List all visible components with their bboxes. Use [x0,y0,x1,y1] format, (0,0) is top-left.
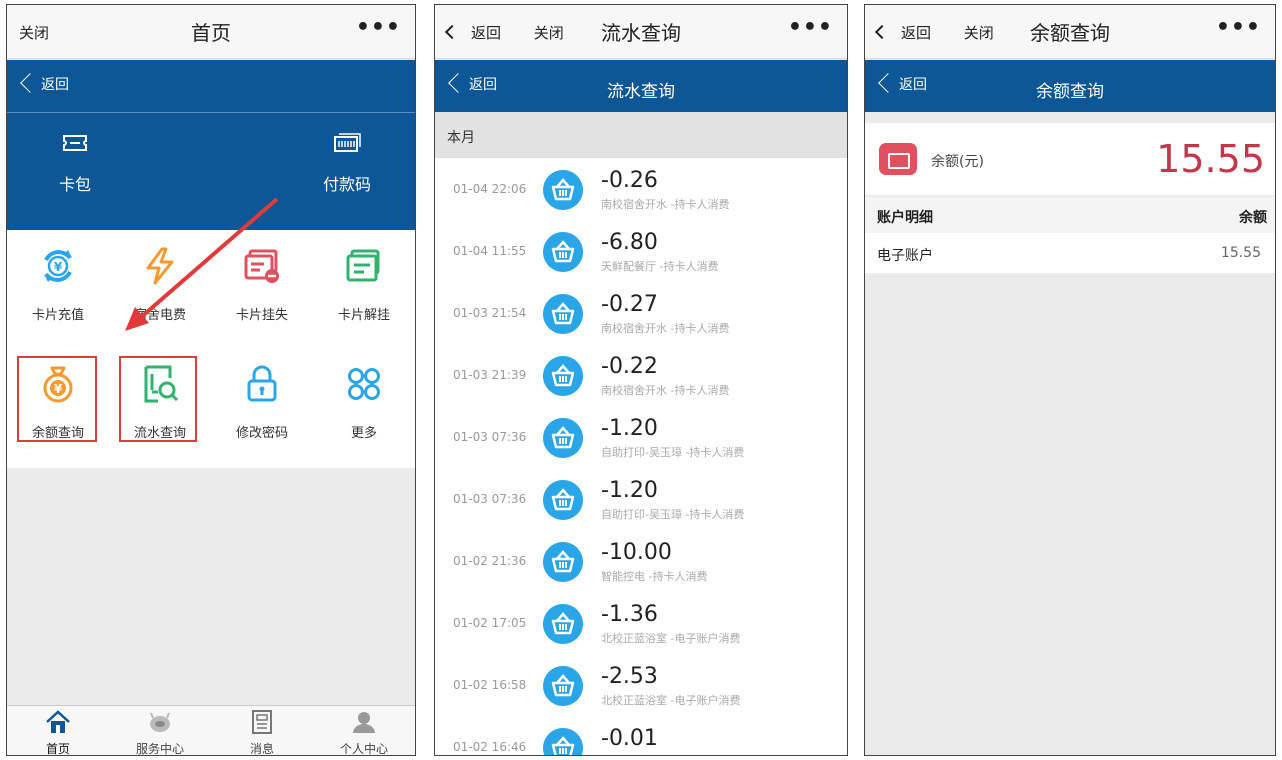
transaction-row[interactable]: 01-03 07:36 -1.20 自助打印-吴玉璋 -持卡人消费 [435,406,847,468]
transaction-row[interactable]: 01-02 16:58 -2.53 北校正蓝浴室 -电子账户消费 [435,654,847,716]
home-screen: 关闭 首页 ••• 返回 卡包 付款码 ¥ 卡片充值 宿舍电费 卡片挂失 卡片解… [6,4,416,756]
more-menu-button[interactable]: ••• [1216,15,1261,40]
basket-icon [543,666,583,706]
basket-icon [543,418,583,458]
transaction-row[interactable]: 01-03 21:39 -0.22 南校宿舍开水 -持卡人消费 [435,344,847,406]
tab-service-center-label: 服务中心 [135,742,184,756]
month-label: 本月 [447,130,475,146]
transaction-row[interactable]: 01-02 16:46 -0.01 [435,716,847,755]
basket-icon [543,542,583,582]
transaction-list: 01-04 22:06 -0.26 南校宿舍开水 -持卡人消费 01-04 11:55… [435,158,847,755]
transaction-amount: -0.27 [601,292,658,317]
transaction-time: 01-02 16:58 [453,678,527,692]
service-icon [150,712,170,732]
month-section-header: 本月 [435,112,847,158]
page-title: 余额查询 [1030,21,1110,45]
transaction-time: 01-02 16:46 [453,740,527,754]
transaction-time: 01-03 21:39 [453,368,527,382]
tab-home-label: 首页 [45,742,70,756]
transaction-row[interactable]: 01-02 21:36 -10.00 智能控电 -持卡人消费 [435,530,847,592]
transaction-time: 01-03 21:54 [453,306,527,320]
basket-icon [543,728,583,755]
tab-messages-label: 消息 [249,742,274,756]
basket-icon [543,604,583,644]
transaction-time: 01-03 07:36 [453,430,527,444]
tab-personal-center-label: 个人中心 [339,742,388,756]
account-row[interactable]: 电子账户 15.55 [865,233,1275,273]
transaction-amount: -2.53 [601,664,658,689]
more-menu-button[interactable]: ••• [788,15,833,40]
transaction-time: 01-04 22:06 [453,182,527,196]
transaction-amount: -0.26 [601,168,658,193]
transaction-description: 北校正蓝浴室 -电子账户消费 [601,632,741,645]
news-icon [252,710,272,734]
transaction-row[interactable]: 01-03 21:54 -0.27 南校宿舍开水 -持卡人消费 [435,282,847,344]
basket-icon [543,232,583,272]
transaction-row[interactable]: 01-03 07:36 -1.20 自助打印-吴玉璋 -持卡人消费 [435,468,847,530]
balance-screen: 返回 关闭 余额查询 ••• 返回 余额查询 余额(元) 15.55 账户明细 … [864,4,1276,756]
transaction-description: 南校宿舍开水 -持卡人消费 [601,384,730,397]
account-balance: 15.55 [1220,245,1261,261]
wallet-icon [879,143,917,175]
transaction-amount: -0.01 [601,726,658,751]
transaction-amount: -6.80 [601,230,658,255]
tab-messages[interactable]: 消息 [211,710,313,756]
detail-header: 账户明细 余额 [865,197,1275,233]
transaction-description: 天鲜配餐厅 -持卡人消费 [601,260,719,273]
transaction-description: 智能控电 -持卡人消费 [601,570,708,583]
transaction-description: 自助打印-吴玉璋 -持卡人消费 [601,446,745,459]
user-icon [353,712,375,733]
basket-icon [543,170,583,210]
top-bar: 返回 关闭 流水查询 ••• [435,5,847,59]
tab-service-center[interactable]: 服务中心 [109,710,211,756]
transaction-row[interactable]: 01-02 17:05 -1.36 北校正蓝浴室 -电子账户消费 [435,592,847,654]
tab-personal-center[interactable]: 个人中心 [313,710,415,756]
page-title: 流水查询 [601,21,681,45]
bottom-tab-bar: 首页 服务中心 消息 个人中心 [7,705,415,755]
transaction-description: 南校宿舍开水 -持卡人消费 [601,322,730,335]
nav-title: 流水查询 [607,82,675,102]
basket-icon [543,480,583,520]
transaction-row[interactable]: 01-04 22:06 -0.26 南校宿舍开水 -持卡人消费 [435,158,847,220]
transaction-time: 01-02 17:05 [453,616,527,630]
detail-header-left: 账户明细 [877,210,933,226]
transaction-description: 自助打印-吴玉璋 -持卡人消费 [601,508,745,521]
tab-home[interactable]: 首页 [7,710,109,756]
balance-card: 余额(元) 15.55 [865,123,1275,195]
transaction-row[interactable]: 01-04 11:55 -6.80 天鲜配餐厅 -持卡人消费 [435,220,847,282]
transaction-description: 北校正蓝浴室 -电子账户消费 [601,694,741,707]
nav-bar: 返回 流水查询 [435,60,847,112]
transaction-amount: -1.36 [601,602,658,627]
balance-label: 余额(元) [931,154,984,170]
transaction-amount: -1.20 [601,416,658,441]
annotation-arrow [125,197,279,331]
account-name: 电子账户 [877,248,933,264]
transactions-screen: 返回 关闭 流水查询 ••• 返回 流水查询 本月 01-04 22:06 -0.… [434,4,848,756]
balance-value: 15.55 [1156,137,1265,181]
transaction-time: 01-03 07:36 [453,492,527,506]
transaction-description: 南校宿舍开水 -持卡人消费 [601,198,730,211]
transaction-amount: -1.20 [601,478,658,503]
nav-bar: 返回 余额查询 [865,60,1275,112]
transaction-amount: -0.22 [601,354,658,379]
detail-header-right: 余额 [1239,210,1267,226]
basket-icon [543,294,583,334]
home-icon [46,710,70,733]
transaction-time: 01-04 11:55 [453,244,527,258]
top-bar: 返回 关闭 余额查询 ••• [865,5,1275,59]
nav-title: 余额查询 [1036,82,1104,102]
transaction-amount: -10.00 [601,540,672,565]
transaction-time: 01-02 21:36 [453,554,527,568]
basket-icon [543,356,583,396]
